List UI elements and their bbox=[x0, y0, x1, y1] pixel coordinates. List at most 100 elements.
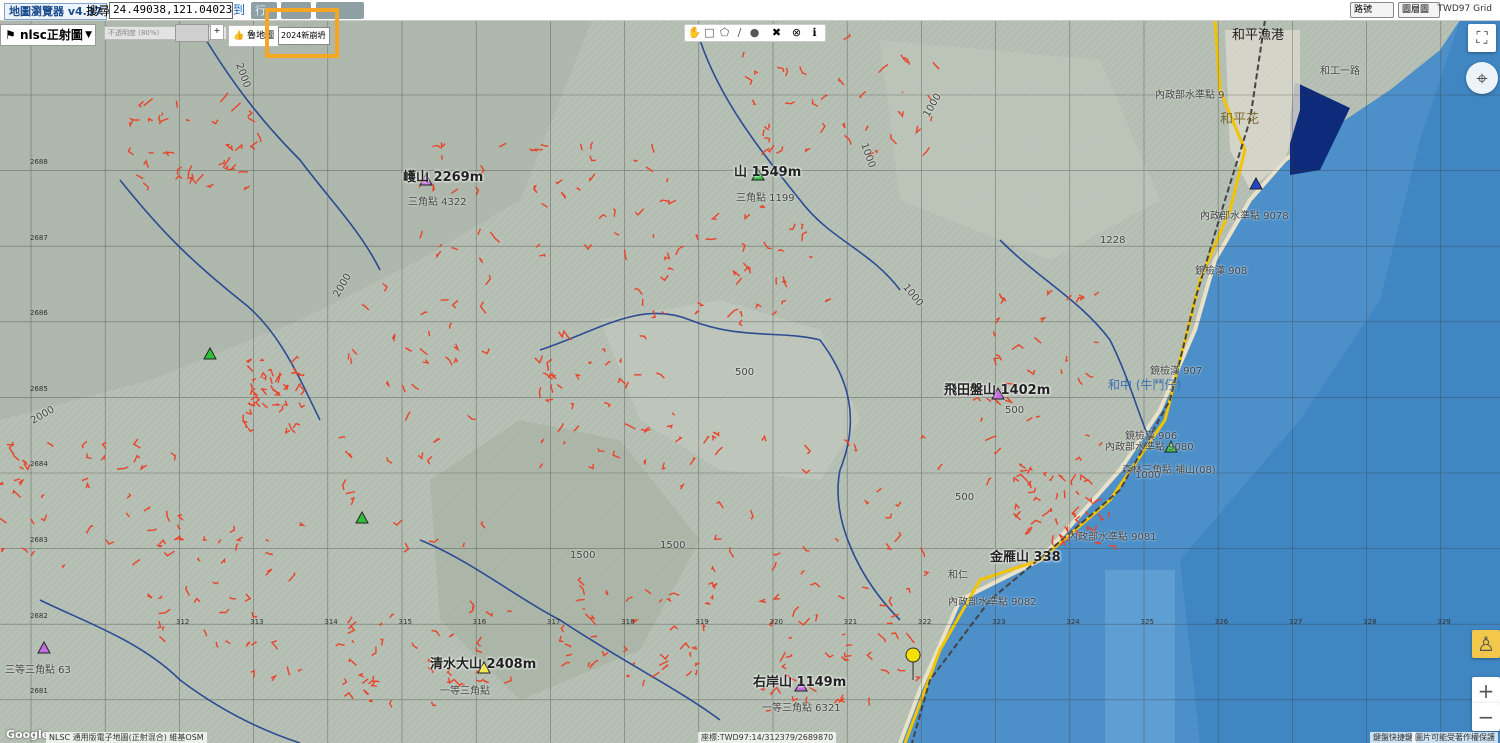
landslide-mark bbox=[440, 298, 449, 301]
place-label: 三等三角點 63 bbox=[5, 665, 71, 676]
grid-x-label: 317 bbox=[547, 618, 561, 626]
grid-x-label: 313 bbox=[250, 618, 264, 626]
terms-link[interactable]: 圖片可能受著作權保護 bbox=[1412, 732, 1498, 743]
google-logo: Google bbox=[6, 728, 50, 741]
grid-x-label: 318 bbox=[621, 618, 635, 626]
grid-y-label: 2687 bbox=[30, 233, 48, 242]
contour-label: 500 bbox=[735, 367, 755, 378]
opacity-slider-handle[interactable] bbox=[175, 24, 209, 42]
go-button[interactable]: 到 bbox=[233, 2, 245, 19]
zoom-out-button[interactable]: − bbox=[1472, 703, 1500, 731]
peak-label: 清水大山 2408m bbox=[430, 657, 537, 672]
grid-select[interactable]: TWD97 Grid bbox=[1437, 2, 1492, 16]
contour-label: 1500 bbox=[660, 540, 686, 551]
landslide-mark bbox=[633, 159, 638, 163]
grid-y-label: 2684 bbox=[30, 460, 48, 469]
road-select[interactable]: 路號 bbox=[1350, 2, 1394, 18]
locate-icon[interactable]: ⌖ bbox=[1466, 62, 1498, 94]
landslide-mark bbox=[534, 148, 544, 151]
contour-label: 500 bbox=[1005, 405, 1025, 416]
landslide-mark bbox=[705, 237, 717, 241]
keyboard-shortcuts-link[interactable]: 鍵盤快捷鍵 bbox=[1370, 732, 1416, 743]
grid-x-label: 316 bbox=[472, 618, 487, 626]
attribution[interactable]: NLSC 通用版電子地圖(正射混合) 維基OSM bbox=[46, 732, 207, 743]
contour-label: 500 bbox=[955, 492, 975, 503]
place-label: 和平花 bbox=[1220, 112, 1260, 127]
landslide-mark bbox=[868, 697, 871, 706]
place-label: 和中 (牛鬥仔) bbox=[1108, 378, 1182, 392]
grid-y-label: 2683 bbox=[30, 536, 48, 544]
place-label: 鏡檢漢 908 bbox=[1195, 266, 1248, 277]
landslide-mark bbox=[1107, 512, 1110, 518]
rectangle-icon[interactable]: □ bbox=[702, 25, 717, 41]
grid-x-label: 328 bbox=[1363, 618, 1377, 626]
search-input[interactable]: 24.49038,121.04023 bbox=[109, 2, 233, 19]
landslide-mark bbox=[590, 635, 598, 638]
chevron-down-icon: ▼ bbox=[85, 30, 92, 40]
landslide-mark bbox=[633, 374, 642, 376]
close-icon[interactable]: ✖ bbox=[769, 25, 784, 41]
grid-x-label: 326 bbox=[1214, 618, 1229, 626]
layer-type-select[interactable]: 圖層圖 bbox=[1398, 2, 1440, 18]
place-label: 和工一路 bbox=[1320, 66, 1360, 77]
landslide-mark bbox=[533, 185, 536, 192]
search-label: 搜尋 bbox=[86, 4, 111, 18]
grid-x-label: 323 bbox=[992, 618, 1006, 626]
peak-label: 山 1549m bbox=[734, 165, 802, 180]
grid-y-label: 2688 bbox=[30, 158, 48, 166]
peak-sublabel: 三角點 1199 bbox=[736, 193, 795, 204]
landslide-mark bbox=[162, 151, 175, 154]
street-view-icon[interactable]: ♙ bbox=[1472, 630, 1500, 658]
place-label: 1228 bbox=[1100, 235, 1126, 246]
contour-label: 1500 bbox=[570, 550, 596, 561]
grid-y-label: 2681 bbox=[30, 687, 48, 696]
landslide-mark bbox=[632, 662, 636, 665]
landslide-mark bbox=[1085, 434, 1090, 437]
place-label: 內政部水準點 9 bbox=[1155, 90, 1225, 101]
peak-sublabel: 一等三角點 bbox=[440, 686, 490, 697]
opacity-plus-button[interactable]: + bbox=[210, 24, 224, 40]
grid-y-label: 2686 bbox=[30, 309, 48, 318]
fullscreen-icon[interactable]: ⛶ bbox=[1468, 24, 1496, 52]
landslide-mark bbox=[808, 255, 813, 259]
landslide-mark bbox=[428, 330, 431, 337]
hand-icon[interactable]: ✋ bbox=[687, 25, 702, 41]
place-label: 和平漁港 bbox=[1232, 28, 1285, 43]
grid-x-label: 322 bbox=[918, 618, 932, 626]
peak-sublabel: 三角點 4322 bbox=[408, 197, 467, 208]
polygon-icon[interactable]: ⬠ bbox=[717, 25, 732, 41]
landslide-mark bbox=[775, 277, 778, 285]
place-label: 內政部水準點 9080 bbox=[1105, 442, 1194, 453]
basemap-select-label: nlsc正射圖 bbox=[19, 28, 83, 42]
place-label: 鏡檢漢 907 bbox=[1150, 366, 1203, 377]
grid-x-label: 320 bbox=[769, 618, 783, 626]
grid-x-label: 321 bbox=[843, 618, 858, 626]
info-icon[interactable]: ℹ bbox=[807, 25, 822, 41]
peak-label: 右岸山 1149m bbox=[753, 675, 847, 690]
line-icon[interactable]: ∕ bbox=[732, 25, 747, 41]
thumb-icon: 👍 bbox=[233, 31, 248, 41]
grid-x-label: 324 bbox=[1066, 618, 1080, 626]
circle-icon[interactable]: ● bbox=[747, 25, 762, 41]
draw-toolbar: ✋ □ ⬠ ∕ ● ✖ ⊗ ℹ bbox=[684, 24, 826, 42]
landslide-mark bbox=[1060, 369, 1063, 375]
place-label: 和仁 bbox=[948, 570, 968, 581]
zoom-in-button[interactable]: + bbox=[1472, 677, 1500, 705]
place-label: 內政部水準點 9078 bbox=[1200, 211, 1289, 222]
peak-sublabel: 一等三角點 6321 bbox=[762, 703, 841, 714]
landslide-mark bbox=[845, 644, 852, 647]
clear-icon[interactable]: ⊗ bbox=[789, 25, 804, 41]
grid-x-label: 325 bbox=[1140, 618, 1154, 626]
grid-x-label: 315 bbox=[398, 618, 412, 626]
grid-x-label: 312 bbox=[176, 618, 190, 626]
grid-x-label: 319 bbox=[695, 618, 709, 626]
highlight-box bbox=[265, 8, 339, 58]
coordinate-readout: 座標:TWD97:14/312379/2689870 bbox=[698, 732, 837, 743]
grid-y-label: 2682 bbox=[30, 611, 48, 620]
flag-icon: ⚑ bbox=[5, 28, 20, 42]
place-label: 內政部水準點 9082 bbox=[948, 597, 1037, 608]
basemap-select[interactable]: ⚑ nlsc正射圖 ▼ bbox=[0, 24, 96, 46]
place-label: 內政部水準點 9081 bbox=[1068, 532, 1157, 543]
grid-y-label: 2685 bbox=[30, 384, 48, 393]
grid-x-label: 314 bbox=[324, 618, 338, 626]
